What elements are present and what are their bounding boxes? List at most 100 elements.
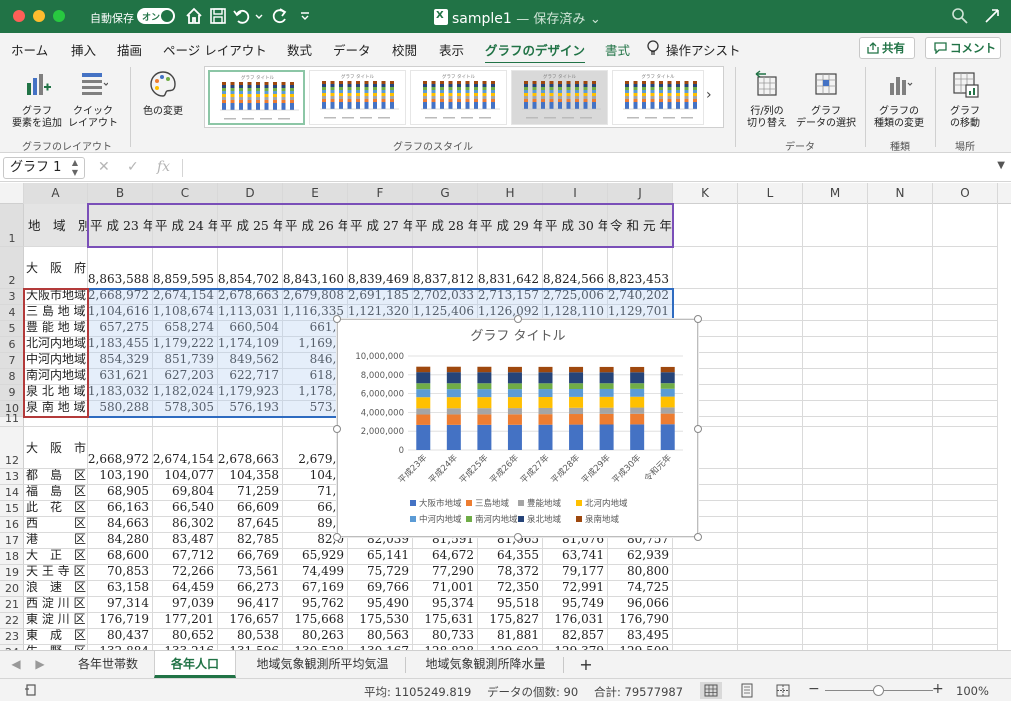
cell-b13[interactable]: 103,190	[88, 469, 153, 485]
cell-a23[interactable]: 東 成 区	[24, 629, 88, 645]
cell-n15[interactable]	[868, 501, 933, 517]
cell-j18[interactable]: 62,939	[608, 549, 673, 565]
cell-n17[interactable]	[868, 533, 933, 549]
cell-m1[interactable]	[803, 204, 868, 247]
function-icon[interactable]: fx	[157, 159, 170, 175]
cell-a4[interactable]: 三 島 地 域	[24, 305, 88, 321]
cell-n6[interactable]	[868, 337, 933, 353]
undo-icon[interactable]	[232, 6, 252, 26]
cell-j23[interactable]: 83,495	[608, 629, 673, 645]
page-break-view-button[interactable]	[772, 682, 794, 699]
cell-l10[interactable]	[738, 401, 803, 417]
cell-n12[interactable]	[868, 427, 933, 469]
cell-c8[interactable]: 627,203	[153, 369, 218, 385]
cell-m5[interactable]	[803, 321, 868, 337]
sheet-tab-households[interactable]: 各年世帯数	[62, 651, 154, 678]
cell-c12[interactable]: 2,674,154	[153, 427, 218, 469]
cell-d10[interactable]: 576,193	[218, 401, 283, 417]
cell-a15[interactable]: 此 花 区	[24, 501, 88, 517]
undo-dropdown-icon[interactable]	[254, 6, 264, 26]
cell-c19[interactable]: 72,266	[153, 565, 218, 581]
cell-k3[interactable]	[673, 289, 738, 305]
select-all-corner[interactable]	[0, 183, 24, 204]
cell-b18[interactable]: 68,600	[88, 549, 153, 565]
cell-o18[interactable]	[933, 549, 998, 565]
tab-review[interactable]: 校閲	[392, 40, 417, 59]
cell-k23[interactable]	[673, 629, 738, 645]
cell-j3[interactable]: 2,740,202	[608, 289, 673, 305]
row-header-22[interactable]: 22	[0, 613, 24, 629]
cell-m16[interactable]	[803, 517, 868, 533]
cell-e2[interactable]: 8,843,160	[283, 247, 348, 289]
sheet-tab-precipitation[interactable]: 地域気象観測所降水量	[408, 651, 563, 678]
cell-c10[interactable]: 578,305	[153, 401, 218, 417]
cell-n20[interactable]	[868, 581, 933, 597]
macro-record-icon[interactable]	[24, 683, 38, 697]
cell-f1[interactable]: 平 成 27 年	[348, 204, 413, 247]
cell-d23[interactable]: 80,538	[218, 629, 283, 645]
cell-i21[interactable]: 95,749	[543, 597, 608, 613]
column-header-h[interactable]: H	[478, 183, 543, 204]
cell-c5[interactable]: 658,274	[153, 321, 218, 337]
cell-d18[interactable]: 66,769	[218, 549, 283, 565]
column-header-i[interactable]: I	[543, 183, 608, 204]
cell-c17[interactable]: 83,487	[153, 533, 218, 549]
cell-l2[interactable]	[738, 247, 803, 289]
cell-o13[interactable]	[933, 469, 998, 485]
row-header-18[interactable]: 18	[0, 549, 24, 565]
row-header-23[interactable]: 23	[0, 629, 24, 645]
cell-m23[interactable]	[803, 629, 868, 645]
scroll-tabs-right-icon[interactable]: ▶	[32, 651, 48, 678]
column-header-c[interactable]: C	[153, 183, 218, 204]
share-button[interactable]: 共有	[859, 37, 915, 59]
chart-resize-handle[interactable]	[333, 425, 341, 433]
cell-a7[interactable]: 中河内地域	[24, 353, 88, 369]
cell-c13[interactable]: 104,077	[153, 469, 218, 485]
scroll-tabs-left-icon[interactable]: ◀	[8, 651, 24, 678]
cell-k1[interactable]	[673, 204, 738, 247]
cell-o14[interactable]	[933, 485, 998, 501]
cell-a12[interactable]: 大 阪 市	[24, 427, 88, 469]
cell-g1[interactable]: 平 成 28 年	[413, 204, 478, 247]
cell-g3[interactable]: 2,702,033	[413, 289, 478, 305]
save-icon[interactable]	[208, 6, 228, 26]
name-box[interactable]: グラフ 1 ▲ ▼	[3, 157, 85, 179]
cell-l11[interactable]	[738, 417, 803, 427]
cell-b23[interactable]: 80,437	[88, 629, 153, 645]
cell-h23[interactable]: 81,881	[478, 629, 543, 645]
cell-b21[interactable]: 97,314	[88, 597, 153, 613]
chart-resize-handle[interactable]	[514, 533, 522, 541]
cell-o3[interactable]	[933, 289, 998, 305]
cell-m2[interactable]	[803, 247, 868, 289]
cell-h21[interactable]: 95,518	[478, 597, 543, 613]
cell-m19[interactable]	[803, 565, 868, 581]
cell-c7[interactable]: 851,739	[153, 353, 218, 369]
tab-format[interactable]: 書式	[605, 40, 630, 59]
cell-l23[interactable]	[738, 629, 803, 645]
cell-d3[interactable]: 2,678,663	[218, 289, 283, 305]
column-header-f[interactable]: F	[348, 183, 413, 204]
cell-l9[interactable]	[738, 385, 803, 401]
cell-n22[interactable]	[868, 613, 933, 629]
cell-l4[interactable]	[738, 305, 803, 321]
chart-style-5[interactable]: グラフ タイトル	[612, 70, 704, 125]
zoom-slider-knob[interactable]	[873, 685, 884, 696]
sheet-tab-population[interactable]: 各年人口	[154, 651, 236, 678]
cell-b3[interactable]: 2,668,972	[88, 289, 153, 305]
cell-l5[interactable]	[738, 321, 803, 337]
cell-m15[interactable]	[803, 501, 868, 517]
chart-resize-handle[interactable]	[333, 315, 341, 323]
cell-n19[interactable]	[868, 565, 933, 581]
chart-style-gallery[interactable]: グラフ タイトル グラフ タイトル グラフ タイトル グラフ タイトル グラフ …	[204, 66, 724, 128]
cell-j19[interactable]: 80,800	[608, 565, 673, 581]
cell-n2[interactable]	[868, 247, 933, 289]
column-header-l[interactable]: L	[738, 183, 803, 204]
cell-l17[interactable]	[738, 533, 803, 549]
tab-formulas[interactable]: 数式	[287, 40, 312, 59]
redo-icon[interactable]	[270, 6, 290, 26]
cell-n3[interactable]	[868, 289, 933, 305]
chart-resize-handle[interactable]	[514, 315, 522, 323]
chart-style-3[interactable]: グラフ タイトル	[410, 70, 507, 125]
row-header-19[interactable]: 19	[0, 565, 24, 581]
column-header-o[interactable]: O	[933, 183, 998, 204]
